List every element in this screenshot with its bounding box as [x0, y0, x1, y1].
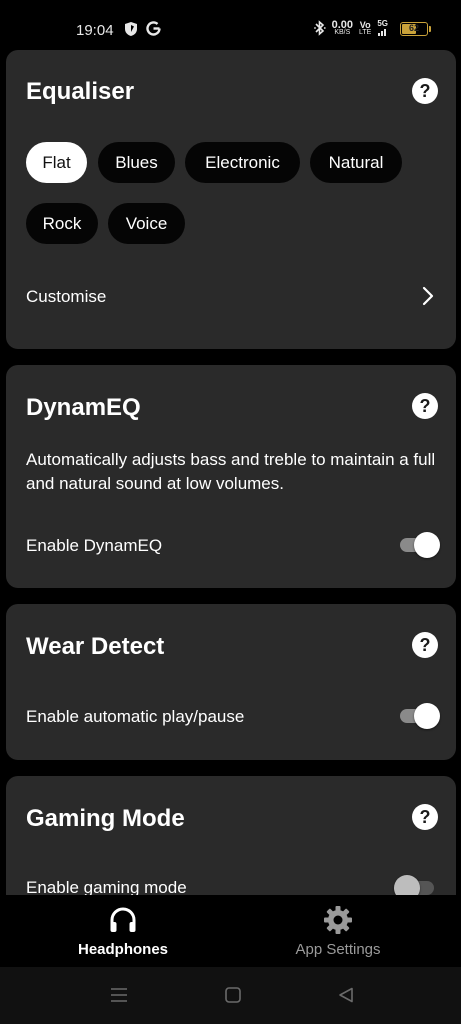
dynameq-toggle-label: Enable DynamEQ	[26, 536, 163, 555]
dynameq-help-icon[interactable]: ?	[412, 393, 438, 419]
status-bar: 19:04 0.00 KB/S Vo LTE 5G 62	[0, 0, 461, 50]
wear-detect-title: Wear Detect	[26, 633, 165, 660]
gaming-mode-help-icon[interactable]: ?	[412, 804, 438, 830]
equaliser-title: Equaliser	[26, 78, 135, 105]
preset-chip-natural[interactable]: Natural	[310, 142, 402, 183]
signal-icon	[377, 28, 388, 38]
battery-body: 62	[400, 22, 428, 36]
chevron-right-icon[interactable]	[422, 286, 434, 311]
google-icon	[146, 21, 161, 41]
signal-indicator: 5G	[377, 20, 388, 38]
headphones-icon	[108, 905, 138, 940]
home-icon[interactable]	[225, 987, 241, 1008]
preset-chip-voice[interactable]: Voice	[108, 203, 185, 244]
battery-cap	[429, 26, 431, 32]
network-speed: 0.00 KB/S	[331, 19, 353, 37]
dynameq-toggle[interactable]	[398, 531, 440, 559]
nav-item-headphones[interactable]: Headphones	[8, 895, 238, 967]
volte-indicator: Vo LTE	[359, 20, 372, 37]
bottom-navigation: Headphones App Settings	[0, 895, 461, 967]
wear-detect-card: Wear Detect ? Enable automatic play/paus…	[6, 604, 456, 760]
toggle-knob	[414, 703, 440, 729]
status-indicators: 0.00 KB/S Vo LTE 5G 62	[313, 19, 431, 38]
wear-detect-toggle-label: Enable automatic play/pause	[26, 707, 245, 726]
preset-chip-electronic[interactable]: Electronic	[185, 142, 300, 183]
customise-row[interactable]: Customise	[26, 287, 106, 307]
dynameq-description: Automatically adjusts bass and treble to…	[26, 450, 436, 493]
nav-label-headphones: Headphones	[77, 941, 168, 958]
wear-detect-help-icon[interactable]: ?	[412, 632, 438, 658]
nav-item-app-settings[interactable]: App Settings	[223, 895, 453, 967]
gaming-mode-toggle-label: Enable gaming mode	[26, 878, 187, 895]
wear-detect-toggle[interactable]	[398, 702, 440, 730]
equaliser-help-icon[interactable]: ?	[412, 78, 438, 104]
status-time: 19:04	[76, 22, 114, 39]
battery-level: 62	[408, 23, 419, 33]
system-navigation-bar	[0, 967, 461, 1024]
bluetooth-icon	[313, 20, 326, 38]
nav-label-app-settings: App Settings	[295, 941, 381, 958]
toggle-knob	[414, 532, 440, 558]
battery-icon: 62	[400, 22, 431, 36]
equaliser-card: Equaliser ? Flat Blues Electronic Natura…	[6, 50, 456, 349]
gaming-mode-title: Gaming Mode	[26, 805, 185, 832]
back-icon[interactable]	[338, 987, 354, 1008]
dynameq-title: DynamEQ	[26, 394, 141, 421]
preset-chip-blues[interactable]: Blues	[98, 142, 175, 183]
menu-icon[interactable]	[110, 987, 128, 1008]
settings-scroll-area[interactable]: Equaliser ? Flat Blues Electronic Natura…	[0, 50, 461, 895]
preset-chip-rock[interactable]: Rock	[26, 203, 98, 244]
dynameq-card: DynamEQ ? Automatically adjusts bass and…	[6, 365, 456, 588]
preset-chip-flat[interactable]: Flat	[26, 142, 87, 183]
gear-icon	[323, 905, 353, 940]
gaming-mode-toggle[interactable]	[394, 874, 438, 895]
toggle-knob	[394, 875, 420, 895]
gaming-mode-card: Gaming Mode ? Enable gaming mode	[6, 776, 456, 895]
shield-icon	[124, 21, 138, 42]
